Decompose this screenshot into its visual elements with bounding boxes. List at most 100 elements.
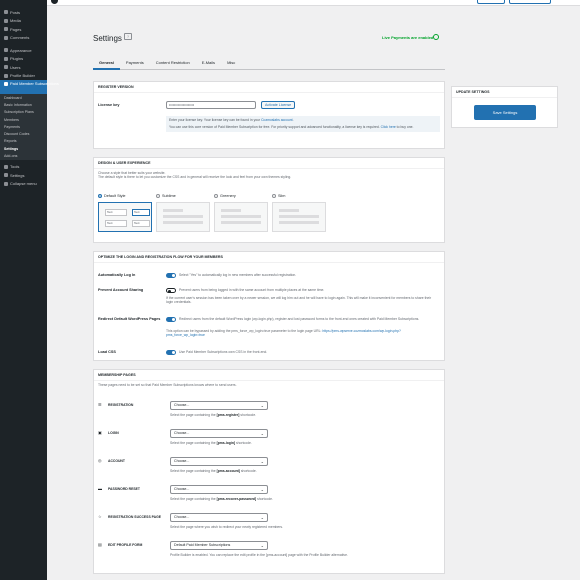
account-icon: ◎ [98, 458, 102, 463]
optimize-box: Optimize the login and registration flow… [93, 251, 445, 361]
edit-icon: ▤ [98, 542, 102, 547]
radio-greenery[interactable]: Greenery [214, 194, 272, 198]
logo-icon [51, 0, 58, 4]
sidebar-item-media[interactable]: Media [0, 17, 47, 26]
header-button-2[interactable] [509, 0, 551, 4]
submenu-item-add-ons[interactable]: Add-ons [0, 152, 47, 160]
desc-text: shortcode. [235, 441, 252, 445]
membership-pages-box: Membership Pages These pages need to be … [93, 369, 445, 574]
load-css-desc: Use Paid Member Subscriptions own CSS in… [179, 350, 268, 354]
redirect-pages-desc: Redirect users from the default WordPres… [179, 317, 420, 321]
tab-general[interactable]: General [93, 56, 120, 70]
tab-misc[interactable]: Misc [221, 56, 241, 70]
sidebar-item-users[interactable]: Users [0, 63, 47, 72]
page-desc: Select the page containing the [pms-logi… [170, 441, 252, 445]
registration-select[interactable]: Choose... ⌄ [170, 401, 268, 410]
radio-slim[interactable]: Slim [272, 194, 330, 198]
page-label: Password Reset [108, 487, 140, 491]
redirect-pages-toggle[interactable] [166, 317, 176, 322]
header-button-1[interactable] [477, 0, 505, 4]
radio-sublime[interactable]: Sublime [156, 194, 214, 198]
page-desc: Select the page where you wish to redire… [170, 525, 283, 529]
preview-sublime[interactable] [156, 202, 210, 232]
style-options: Default Style Sublime Greenery Slim [98, 194, 330, 198]
help-icon[interactable]: ? [124, 33, 132, 40]
preview-slim[interactable] [272, 202, 326, 232]
section-heading: Design & User Experience [94, 158, 444, 169]
radio-label: Slim [278, 194, 286, 198]
cozmoslabs-account-link[interactable]: Cozmoslabs account [261, 118, 292, 122]
status-circle-icon [433, 34, 439, 40]
sidebar-item-tools[interactable]: Tools [0, 163, 47, 172]
select-value: Choose... [174, 403, 190, 407]
collapse-icon [4, 181, 8, 186]
select-value: Choose... [174, 431, 190, 435]
chevron-down-icon: ⌄ [260, 487, 264, 492]
auto-login-toggle[interactable] [166, 273, 176, 278]
sidebar-item-label: Pages [10, 26, 22, 32]
sidebar-item-label: Appearance [10, 47, 32, 53]
submenu-item-basic-information[interactable]: Basic Information [0, 101, 47, 109]
tab-e-mails[interactable]: E-Mails [196, 56, 221, 70]
sidebar-item-paid-member-subscriptions[interactable]: Paid Member Subscriptions [0, 80, 59, 94]
sidebar-item-appearance[interactable]: Appearance [0, 46, 47, 55]
preview-greenery[interactable] [214, 202, 268, 232]
submenu-item-reports[interactable]: Reports [0, 137, 47, 146]
redirect-pages-label: Redirect Default WordPress Pages [98, 317, 161, 321]
sidebar-item-label: Plugins [10, 56, 24, 62]
page-desc: Select the page containing the [pms-regi… [170, 413, 256, 417]
membership-pages-desc: These pages need to be set so that Paid … [98, 383, 237, 387]
submenu-item-discount-codes[interactable]: Discount Codes [0, 130, 47, 138]
activate-license-button[interactable]: Activate License [261, 101, 296, 109]
preview-default-style[interactable]: Text Text Text Text [98, 202, 152, 232]
sidebar-item-collapse-menu[interactable]: Collapse menu [0, 180, 47, 189]
prevent-sharing-toggle[interactable] [166, 288, 176, 293]
license-key-label: License key [98, 103, 120, 107]
star-icon: ☆ [98, 514, 102, 519]
load-css-toggle[interactable] [166, 350, 176, 355]
chevron-down-icon: ⌄ [260, 459, 264, 464]
radio-default-style[interactable]: Default Style [98, 194, 156, 198]
load-css-label: Load CSS [98, 350, 116, 354]
shortcode: [pms-recover-password] [216, 497, 257, 501]
chevron-down-icon: ⌄ [260, 543, 264, 548]
submenu-item-settings[interactable]: Settings [0, 145, 47, 153]
tab-payments[interactable]: Payments [120, 56, 150, 70]
tab-content-restriction[interactable]: Content Restriction [150, 56, 196, 70]
sidebar-item-pages[interactable]: Pages [0, 25, 47, 34]
save-settings-button[interactable]: Save Settings [474, 105, 536, 120]
redirect-pages-sub: This option can be bypassed by adding th… [166, 329, 401, 338]
select-value: Default Paid Member Subscriptions [174, 543, 231, 547]
buy-license-link[interactable]: Click here [381, 125, 396, 129]
lock-icon: ▣ [98, 430, 102, 435]
submenu-item-payments[interactable]: Payments [0, 123, 47, 131]
radio-circle-icon [156, 194, 160, 198]
sidebar-item-settings[interactable]: Settings [0, 171, 47, 180]
submenu-item-members[interactable]: Members [0, 115, 47, 124]
sidebar-item-comments[interactable]: Comments [0, 34, 47, 43]
chevron-down-icon: ⌄ [260, 515, 264, 520]
section-heading: Membership Pages [94, 370, 444, 381]
sidebar-item-plugins[interactable]: Plugins [0, 55, 47, 64]
login-select[interactable]: Choose... ⌄ [170, 429, 268, 438]
desc-text: shortcode. [239, 469, 257, 473]
radio-circle-icon [214, 194, 218, 198]
registration-success-page-select[interactable]: Choose... ⌄ [170, 513, 268, 522]
license-info-box: Enter your license key. Your license key… [166, 116, 440, 132]
prevent-sharing-sub: If the current user's session has been t… [166, 296, 432, 305]
sidebar-item-label: Posts [10, 9, 21, 15]
design-box: Design & User Experience Choose a style … [93, 157, 445, 243]
pages-icon [4, 27, 8, 32]
sidebar-item-label: Settings [10, 172, 25, 178]
submenu-item-dashboard[interactable]: Dashboard [0, 94, 47, 102]
sidebar-item-profile-builder[interactable]: Profile Builder [0, 72, 47, 81]
membership-icon [4, 82, 8, 86]
radio-circle-icon [98, 194, 102, 198]
license-key-input[interactable]: •••••••••••••••••••• [166, 101, 256, 109]
sidebar-item-label: Profile Builder [10, 73, 35, 79]
sidebar-item-posts[interactable]: Posts [0, 8, 47, 17]
edit-profile-form-select[interactable]: Default Paid Member Subscriptions ⌄ [170, 541, 268, 550]
submenu-item-subscription-plans[interactable]: Subscription Plans [0, 108, 47, 116]
password-reset-select[interactable]: Choose... ⌄ [170, 485, 268, 494]
account-select[interactable]: Choose... ⌄ [170, 457, 268, 466]
